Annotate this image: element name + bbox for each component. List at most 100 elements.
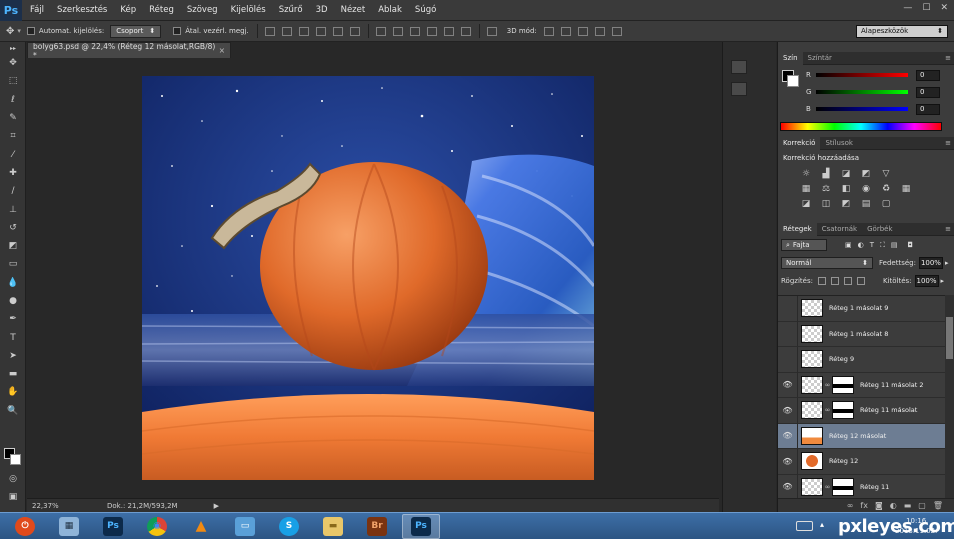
brush-tool-icon[interactable]: ∕ <box>0 182 26 200</box>
menu-layer[interactable]: Réteg <box>149 5 174 15</box>
opacity-chevron-icon[interactable]: ▸ <box>945 259 949 267</box>
keyboard-icon[interactable] <box>796 521 813 531</box>
panel-menu-icon[interactable]: ≡ <box>945 139 951 147</box>
hand-tool-icon[interactable]: ✋ <box>0 383 26 401</box>
background-color-swatch[interactable] <box>10 454 21 465</box>
levels-icon[interactable]: ▟ <box>820 168 832 179</box>
document-tab[interactable]: bolyg63.psd @ 22,4% (Réteg 12 másolat,RG… <box>27 42 231 60</box>
selective-color-icon[interactable]: ▢ <box>880 198 892 209</box>
invert-icon[interactable]: ◪ <box>800 198 812 209</box>
photo-filter-icon[interactable]: ◉ <box>860 183 872 194</box>
hue-saturation-icon[interactable]: ▦ <box>800 183 812 194</box>
layer-row[interactable]: 👁 ∞ Réteg 11 másolat <box>778 397 945 424</box>
tab-paths[interactable]: Görbék <box>862 223 897 236</box>
green-slider[interactable] <box>816 90 908 94</box>
history-brush-tool-icon[interactable]: ↺ <box>0 219 26 237</box>
taskbar-photoshop-active[interactable]: Ps <box>402 513 440 539</box>
fill-chevron-icon[interactable]: ▸ <box>941 277 945 285</box>
visibility-toggle[interactable] <box>778 321 798 347</box>
lasso-tool-icon[interactable]: ℓ <box>0 91 26 109</box>
align-bottom-icon[interactable] <box>298 26 309 36</box>
link-layers-icon[interactable]: ∞ <box>847 501 854 510</box>
marquee-tool-icon[interactable]: ⬚ <box>0 72 26 90</box>
color-lookup-icon[interactable]: ▦ <box>900 183 912 194</box>
posterize-icon[interactable]: ◫ <box>820 198 832 209</box>
lock-all-icon[interactable] <box>856 277 865 285</box>
zoom-tool-icon[interactable]: 🔍 <box>0 402 26 420</box>
quick-mask-icon[interactable]: ◎ <box>0 470 26 488</box>
layer-mask-thumbnail[interactable] <box>832 477 854 496</box>
blend-mode-dropdown[interactable]: Normál ⬍ <box>781 257 873 269</box>
tab-swatches[interactable]: Színtár <box>803 52 837 65</box>
layer-row[interactable]: Réteg 1 másolat 9 <box>778 296 945 322</box>
background-color-swatch[interactable] <box>787 75 799 87</box>
distribute-left-icon[interactable] <box>426 26 437 36</box>
tab-styles[interactable]: Stílusok <box>820 137 858 150</box>
menu-select[interactable]: Kijelölés <box>231 5 266 15</box>
layer-filter-dropdown[interactable]: ⌕ Fajta <box>781 239 827 251</box>
eye-icon[interactable]: 👁 <box>778 474 798 498</box>
type-tool-icon[interactable]: T <box>0 328 26 346</box>
opacity-field[interactable]: 100% <box>918 257 943 269</box>
close-tab-button[interactable]: × <box>219 46 225 55</box>
new-layer-icon[interactable]: ▢ <box>918 501 926 510</box>
green-value[interactable]: 0 <box>916 86 940 98</box>
close-button[interactable]: ✕ <box>940 3 948 13</box>
layer-style-icon[interactable]: fx <box>860 501 868 510</box>
align-left-icon[interactable] <box>315 26 326 36</box>
menu-window[interactable]: Ablak <box>378 5 402 15</box>
zoom-level[interactable]: 22,37% <box>27 502 71 510</box>
align-hcenter-icon[interactable] <box>332 26 343 36</box>
menu-help[interactable]: Súgó <box>415 5 436 15</box>
align-top-icon[interactable] <box>264 26 275 36</box>
maximize-button[interactable]: ☐ <box>922 3 930 13</box>
taskbar-bridge[interactable]: Br <box>358 514 396 539</box>
distribute-vcenter-icon[interactable] <box>392 26 403 36</box>
menu-edit[interactable]: Szerkesztés <box>57 5 107 15</box>
lock-transparency-icon[interactable] <box>817 277 826 285</box>
layer-row[interactable]: Réteg 1 másolat 8 <box>778 321 945 347</box>
brightness-contrast-icon[interactable]: ☼ <box>800 168 812 179</box>
layer-mask-thumbnail[interactable] <box>832 401 854 420</box>
visibility-toggle[interactable] <box>778 296 798 321</box>
auto-select-dropdown[interactable]: Csoport ⬍ <box>110 24 162 38</box>
screen-mode-icon[interactable]: ▣ <box>0 488 26 506</box>
gradient-map-icon[interactable]: ▤ <box>860 198 872 209</box>
scale-3d-icon[interactable] <box>611 26 622 36</box>
exposure-icon[interactable]: ◩ <box>860 168 872 179</box>
blue-slider[interactable] <box>816 107 908 111</box>
path-select-tool-icon[interactable]: ➤ <box>0 347 26 365</box>
new-group-icon[interactable]: ▬ <box>904 501 912 510</box>
menu-image[interactable]: Kép <box>120 5 136 15</box>
crop-tool-icon[interactable]: ⌗ <box>0 127 26 145</box>
taskbar-window[interactable]: ▭ <box>226 514 264 539</box>
roll-3d-icon[interactable] <box>560 26 571 36</box>
filter-toggle-icon[interactable]: ◘ <box>908 241 914 249</box>
taskbar-skype[interactable]: S <box>270 514 308 539</box>
layer-row[interactable]: 👁 ∞ Réteg 11 másolat 2 <box>778 372 945 398</box>
eye-icon[interactable]: 👁 <box>778 372 798 398</box>
curves-icon[interactable]: ◪ <box>840 168 852 179</box>
show-transform-checkbox[interactable] <box>173 27 182 35</box>
filter-shape-icon[interactable]: ⛶ <box>880 241 885 250</box>
filter-type-icon[interactable]: T <box>870 241 874 249</box>
menu-filter[interactable]: Szűrő <box>279 5 303 15</box>
eye-icon[interactable]: 👁 <box>778 397 798 423</box>
channel-mixer-icon[interactable]: ♻ <box>880 183 892 194</box>
healing-brush-tool-icon[interactable]: ✚ <box>0 164 26 182</box>
color-spectrum[interactable] <box>780 122 942 131</box>
tray-chevron-icon[interactable]: ▴ <box>820 520 824 529</box>
tab-layers[interactable]: Rétegek <box>778 222 817 236</box>
vibrance-icon[interactable]: ▽ <box>880 168 892 179</box>
distribute-hcenter-icon[interactable] <box>443 26 454 36</box>
layers-scrollbar[interactable] <box>945 295 954 498</box>
layer-mask-thumbnail[interactable] <box>832 375 854 394</box>
taskbar-calculator[interactable]: ▦ <box>50 514 88 539</box>
tab-color[interactable]: Szín <box>778 51 803 65</box>
distribute-bottom-icon[interactable] <box>409 26 420 36</box>
layer-row[interactable]: Réteg 9 <box>778 346 945 373</box>
filter-smart-object-icon[interactable]: ▤ <box>891 241 898 249</box>
red-slider[interactable] <box>816 73 908 77</box>
tool-preset-chevron-icon[interactable]: ▾ <box>17 27 21 35</box>
minimize-button[interactable]: — <box>903 3 912 13</box>
